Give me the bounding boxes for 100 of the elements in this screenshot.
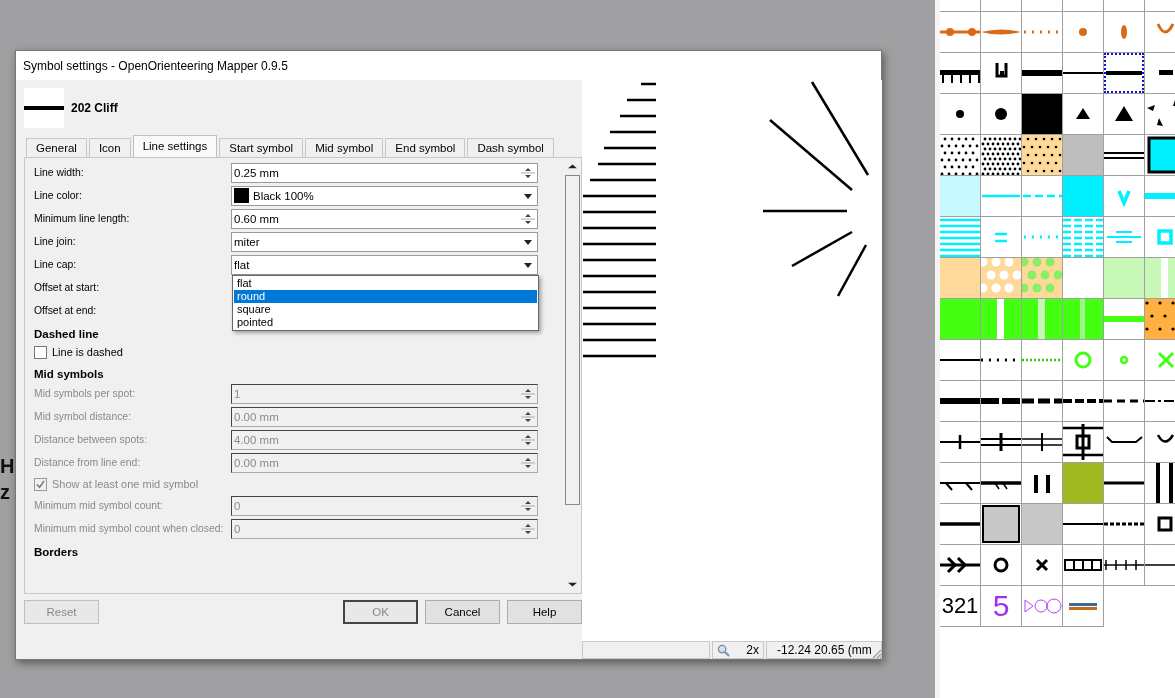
- symbol-swatch[interactable]: [1063, 422, 1104, 463]
- dropdown-field[interactable]: Black 100%: [231, 185, 538, 206]
- symbol-swatch[interactable]: [1104, 545, 1145, 586]
- symbol-swatch[interactable]: [1063, 0, 1104, 12]
- symbol-swatch[interactable]: [981, 463, 1022, 504]
- symbol-swatch[interactable]: [940, 545, 981, 586]
- dropdown-field[interactable]: miter: [231, 231, 538, 252]
- dialog-button[interactable]: Cancel: [425, 600, 500, 624]
- symbol-swatch[interactable]: [1104, 12, 1145, 53]
- symbol-swatch[interactable]: [1022, 545, 1063, 586]
- symbol-swatch[interactable]: [1104, 53, 1145, 94]
- symbol-swatch[interactable]: [1063, 340, 1104, 381]
- symbol-swatch[interactable]: [1063, 12, 1104, 53]
- symbol-swatch[interactable]: [940, 258, 981, 299]
- dropdown-option[interactable]: round: [234, 289, 537, 303]
- section-heading: Mid symbols: [34, 367, 104, 382]
- symbol-swatch[interactable]: [1104, 135, 1145, 176]
- symbol-swatch[interactable]: [1022, 299, 1063, 340]
- symbol-swatch[interactable]: [1063, 176, 1104, 217]
- dropdown-option[interactable]: flat: [234, 276, 537, 290]
- field-label: Mid symbol distance:: [34, 411, 133, 422]
- symbol-swatch[interactable]: [1145, 135, 1175, 176]
- symbol-swatch[interactable]: [940, 53, 981, 94]
- symbol-swatch[interactable]: [1063, 381, 1104, 422]
- symbol-swatch[interactable]: [1063, 545, 1104, 586]
- tab[interactable]: End symbol: [385, 138, 466, 157]
- field-label: Mid symbols per spot:: [34, 388, 137, 399]
- symbol-swatch[interactable]: [940, 94, 981, 135]
- symbol-swatch[interactable]: [1104, 381, 1145, 422]
- symbol-swatch[interactable]: [940, 217, 981, 258]
- symbol-swatch[interactable]: [981, 340, 1022, 381]
- symbol-swatch[interactable]: [1063, 299, 1104, 340]
- symbol-swatch[interactable]: [981, 422, 1022, 463]
- symbol-swatch[interactable]: [940, 176, 981, 217]
- spin-field[interactable]: 0.60 mm: [231, 208, 538, 229]
- symbol-swatch[interactable]: [1104, 504, 1145, 545]
- symbol-swatch[interactable]: [1022, 381, 1063, 422]
- symbol-swatch[interactable]: [940, 299, 981, 340]
- symbol-swatch[interactable]: [981, 381, 1022, 422]
- symbol-swatch[interactable]: [1104, 463, 1145, 504]
- dropdown-option[interactable]: pointed: [234, 315, 537, 329]
- symbol-swatch[interactable]: [981, 504, 1022, 545]
- spin-field[interactable]: 0.25 mm: [231, 162, 538, 183]
- symbol-swatch[interactable]: [1063, 463, 1104, 504]
- tab[interactable]: Dash symbol: [467, 138, 554, 157]
- dropdown-option[interactable]: square: [234, 302, 537, 316]
- symbol-swatch[interactable]: [940, 12, 981, 53]
- checkbox-label: Line is dashed: [52, 346, 123, 358]
- color-swatch: [234, 188, 249, 203]
- symbol-swatch[interactable]: [1104, 176, 1145, 217]
- symbol-swatch[interactable]: [981, 299, 1022, 340]
- symbol-swatch[interactable]: [1063, 135, 1104, 176]
- symbol-swatch[interactable]: [981, 0, 1022, 12]
- symbol-swatch[interactable]: [1022, 504, 1063, 545]
- section-heading: Dashed line: [34, 327, 99, 342]
- symbol-swatch[interactable]: [1104, 258, 1145, 299]
- tab[interactable]: Start symbol: [219, 138, 304, 157]
- symbol-swatch[interactable]: [1022, 94, 1063, 135]
- section-heading: Borders: [34, 545, 79, 560]
- symbol-swatch[interactable]: [1022, 258, 1063, 299]
- symbol-swatch[interactable]: [981, 12, 1022, 53]
- symbol-swatch[interactable]: [1022, 340, 1063, 381]
- field-label: Line join:: [34, 236, 77, 247]
- symbol-swatch[interactable]: [1063, 504, 1104, 545]
- symbol-swatch[interactable]: [981, 176, 1022, 217]
- background-text: z: [0, 481, 10, 504]
- tab[interactable]: Mid symbol: [305, 138, 384, 157]
- scroll-thumb[interactable]: [565, 175, 580, 505]
- symbol-swatch[interactable]: [981, 545, 1022, 586]
- tab[interactable]: Icon: [88, 138, 131, 157]
- symbol-swatch[interactable]: [1022, 586, 1063, 627]
- symbol-swatch[interactable]: [1104, 0, 1145, 12]
- dialog-button[interactable]: Help: [507, 600, 582, 624]
- symbol-swatch[interactable]: [940, 422, 981, 463]
- symbol-swatch[interactable]: [1145, 299, 1175, 340]
- symbol-swatch[interactable]: [1104, 422, 1145, 463]
- symbol-swatch[interactable]: [981, 53, 1022, 94]
- tab[interactable]: Line settings: [132, 135, 218, 157]
- symbol-swatch[interactable]: [1104, 94, 1145, 135]
- field-label: Line cap:: [34, 259, 78, 270]
- symbol-swatch[interactable]: [1022, 0, 1063, 12]
- symbol-swatch[interactable]: [1063, 53, 1104, 94]
- field-label: Minimum line length:: [34, 213, 131, 224]
- symbol-swatch[interactable]: [1022, 12, 1063, 53]
- resize-grip-icon[interactable]: [870, 647, 882, 659]
- checkbox-label: Show at least one mid symbol: [52, 478, 199, 490]
- symbol-swatch[interactable]: [1145, 258, 1175, 299]
- symbol-swatch[interactable]: [940, 463, 981, 504]
- symbol-swatch[interactable]: [1063, 217, 1104, 258]
- symbol-swatch[interactable]: [1063, 586, 1104, 627]
- symbol-swatch[interactable]: [1104, 340, 1145, 381]
- symbol-swatch[interactable]: [940, 0, 981, 12]
- symbol-swatch[interactable]: [940, 381, 981, 422]
- checkbox[interactable]: [34, 345, 47, 359]
- symbol-swatch[interactable]: [1145, 463, 1175, 504]
- tab[interactable]: General: [26, 138, 87, 157]
- symbol-swatch[interactable]: [1022, 135, 1063, 176]
- symbol-swatch[interactable]: [1022, 422, 1063, 463]
- symbol-swatch[interactable]: [981, 258, 1022, 299]
- symbol-swatch[interactable]: [940, 340, 981, 381]
